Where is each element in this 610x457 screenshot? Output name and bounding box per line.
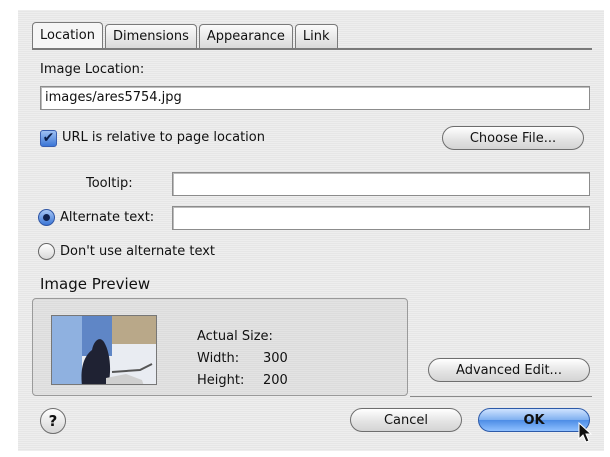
- tab-link[interactable]: Link: [294, 24, 338, 48]
- tooltip-input[interactable]: [172, 172, 590, 196]
- cancel-button[interactable]: Cancel: [350, 408, 462, 432]
- width-value: 300: [263, 351, 288, 366]
- alternate-text-label: Alternate text:: [60, 210, 155, 225]
- thumbnail-image-icon: [52, 316, 156, 384]
- choose-file-button[interactable]: Choose File...: [442, 126, 584, 150]
- no-alternate-text-radio[interactable]: [38, 243, 55, 260]
- arrow-cursor-icon: [578, 422, 593, 443]
- location-panel: Image Location: images/ares5754.jpg ✔ UR…: [32, 50, 592, 274]
- tab-dimensions[interactable]: Dimensions: [104, 24, 197, 48]
- help-button[interactable]: ?: [40, 408, 66, 434]
- height-value: 200: [263, 373, 288, 388]
- alternate-text-input[interactable]: [172, 206, 590, 230]
- advanced-edit-button[interactable]: Advanced Edit...: [428, 358, 590, 382]
- image-preview-box: Actual Size: Width: 300 Height: 200: [32, 298, 408, 396]
- help-icon: ?: [48, 412, 58, 430]
- ok-button[interactable]: OK: [478, 408, 590, 432]
- image-properties-dialog: Location Dimensions Appearance Link Imag…: [18, 10, 604, 451]
- image-preview-title: Image Preview: [40, 275, 151, 293]
- tab-bar: Location Dimensions Appearance Link: [32, 22, 340, 48]
- relative-url-label: URL is relative to page location: [62, 130, 265, 145]
- alternate-text-radio[interactable]: [38, 209, 55, 226]
- no-alternate-text-label: Don't use alternate text: [60, 244, 216, 259]
- checkmark-icon: ✔: [42, 130, 55, 146]
- image-location-input[interactable]: images/ares5754.jpg: [40, 86, 590, 110]
- actual-size-label: Actual Size:: [197, 329, 273, 344]
- footer-separator: [410, 396, 592, 397]
- width-label: Width:: [197, 351, 240, 366]
- tab-location[interactable]: Location: [32, 22, 103, 48]
- image-location-label: Image Location:: [40, 62, 145, 77]
- image-thumbnail: [51, 315, 157, 385]
- tab-appearance[interactable]: Appearance: [198, 24, 293, 48]
- height-label: Height:: [197, 373, 245, 388]
- relative-url-checkbox[interactable]: ✔: [40, 130, 57, 147]
- tooltip-label: Tooltip:: [86, 176, 133, 191]
